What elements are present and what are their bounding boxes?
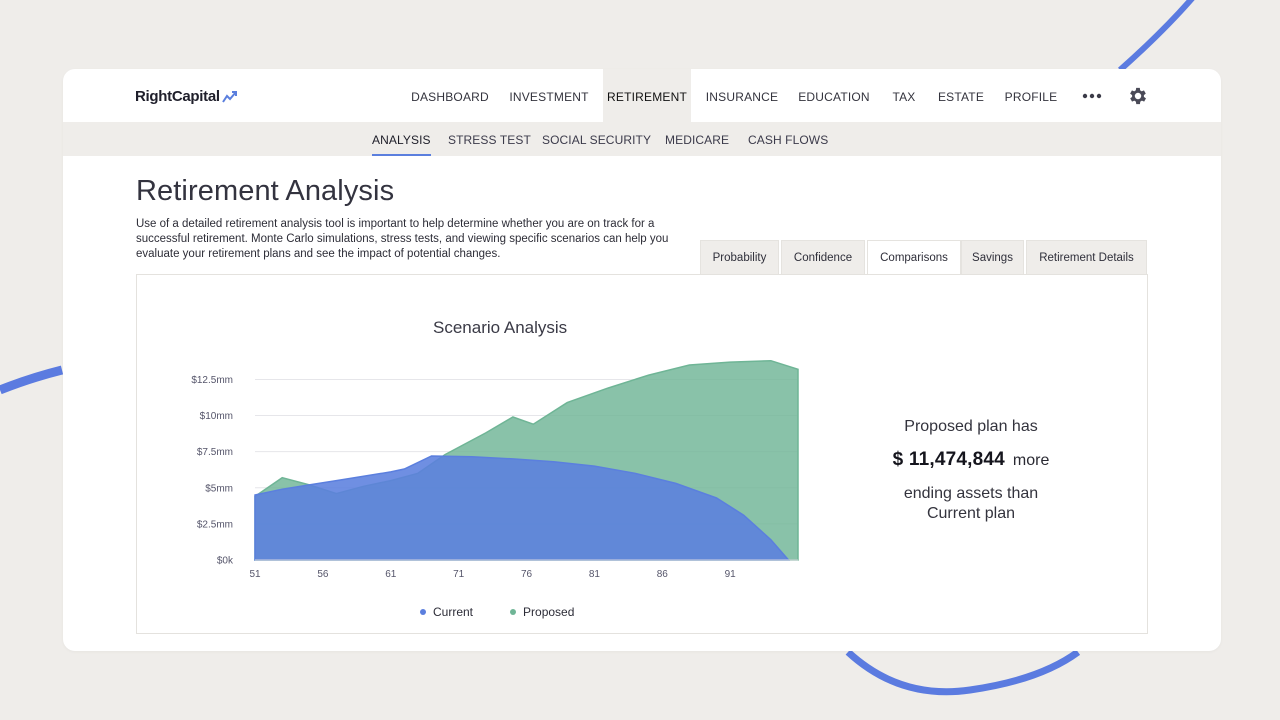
app-window: RightCapital DASHBOARD INVESTMENT RETIRE… xyxy=(63,69,1221,651)
nav-retirement[interactable]: RETIREMENT xyxy=(603,69,691,122)
x-tick-label: 86 xyxy=(657,569,669,580)
summary-amount: $ 11,474,844 xyxy=(892,449,1005,470)
y-tick-label: $5mm xyxy=(205,483,233,494)
tab-savings[interactable]: Savings xyxy=(961,240,1024,275)
summary-outro-line2: Current plan xyxy=(926,505,1016,522)
subnav-cash-flows[interactable]: CASH FLOWS xyxy=(748,122,828,156)
y-tick-label: $0k xyxy=(217,556,234,567)
x-tick-label: 76 xyxy=(521,569,533,580)
y-tick-label: $2.5mm xyxy=(197,519,233,530)
logo-text: RightCapital xyxy=(135,88,220,105)
summary-amount-row: $ 11,474,844 more xyxy=(851,449,1091,471)
legend-item-current[interactable]: Current xyxy=(420,605,473,619)
top-navigation: RightCapital DASHBOARD INVESTMENT RETIRE… xyxy=(63,69,1221,122)
nav-investment[interactable]: INVESTMENT xyxy=(503,69,595,122)
subnav-medicare[interactable]: MEDICARE xyxy=(665,122,729,156)
summary-outro-line1: ending assets than xyxy=(903,485,1039,502)
logo-chart-icon xyxy=(221,90,237,103)
page-title: Retirement Analysis xyxy=(136,175,395,207)
x-tick-label: 56 xyxy=(317,569,329,580)
subnav-stress-test[interactable]: STRESS TEST xyxy=(448,122,531,156)
summary-more: more xyxy=(1012,452,1050,469)
legend-dot-current xyxy=(420,609,426,615)
nav-profile[interactable]: PROFILE xyxy=(1003,69,1059,122)
page-description: Use of a detailed retirement analysis to… xyxy=(136,218,669,260)
nav-education[interactable]: EDUCATION xyxy=(795,69,873,122)
x-tick-label: 51 xyxy=(249,569,261,580)
tab-confidence[interactable]: Confidence xyxy=(781,240,865,275)
subnav-social-security[interactable]: SOCIAL SECURITY xyxy=(542,122,651,156)
chart-legend: Current Proposed xyxy=(420,605,574,619)
y-tick-label: $12.5mm xyxy=(191,375,233,386)
y-tick-label: $7.5mm xyxy=(197,447,233,458)
nav-estate[interactable]: ESTATE xyxy=(935,69,987,122)
sub-navigation: ANALYSIS STRESS TEST SOCIAL SECURITY MED… xyxy=(63,122,1221,156)
scenario-chart: $0k $2.5mm $5mm $7.5mm $10mm $12.5mm 51 56 61 71 7… xyxy=(191,359,799,580)
tab-probability[interactable]: Probability xyxy=(700,240,779,275)
legend-label-proposed: Proposed xyxy=(523,605,575,619)
nav-tax[interactable]: TAX xyxy=(889,69,919,122)
comparison-panel: Scenario Analysis $0k $2.5mm $5mm $7.5mm $10… xyxy=(136,274,1148,634)
summary-outro: ending assets than Current plan xyxy=(851,484,1091,524)
nav-dashboard[interactable]: DASHBOARD xyxy=(402,69,498,122)
subnav-analysis[interactable]: ANALYSIS xyxy=(372,122,431,156)
legend-item-proposed[interactable]: Proposed xyxy=(510,605,574,619)
summary-intro: Proposed plan has xyxy=(904,418,1038,435)
x-tick-label: 61 xyxy=(385,569,397,580)
more-horizontal-icon[interactable] xyxy=(1081,88,1103,104)
x-tick-label: 71 xyxy=(453,569,465,580)
x-tick-label: 91 xyxy=(725,569,737,580)
tab-comparisons[interactable]: Comparisons xyxy=(867,240,961,276)
nav-insurance[interactable]: INSURANCE xyxy=(700,69,784,122)
logo[interactable]: RightCapital xyxy=(135,88,238,105)
tab-retirement-details[interactable]: Retirement Details xyxy=(1026,240,1147,275)
y-tick-label: $10mm xyxy=(200,411,233,422)
legend-label-current: Current xyxy=(433,605,474,619)
gear-icon[interactable] xyxy=(1127,85,1149,107)
x-tick-label: 81 xyxy=(589,569,601,580)
legend-dot-proposed xyxy=(510,609,517,615)
comparison-summary: Proposed plan has $ 11,474,844 more endi… xyxy=(851,418,1091,524)
